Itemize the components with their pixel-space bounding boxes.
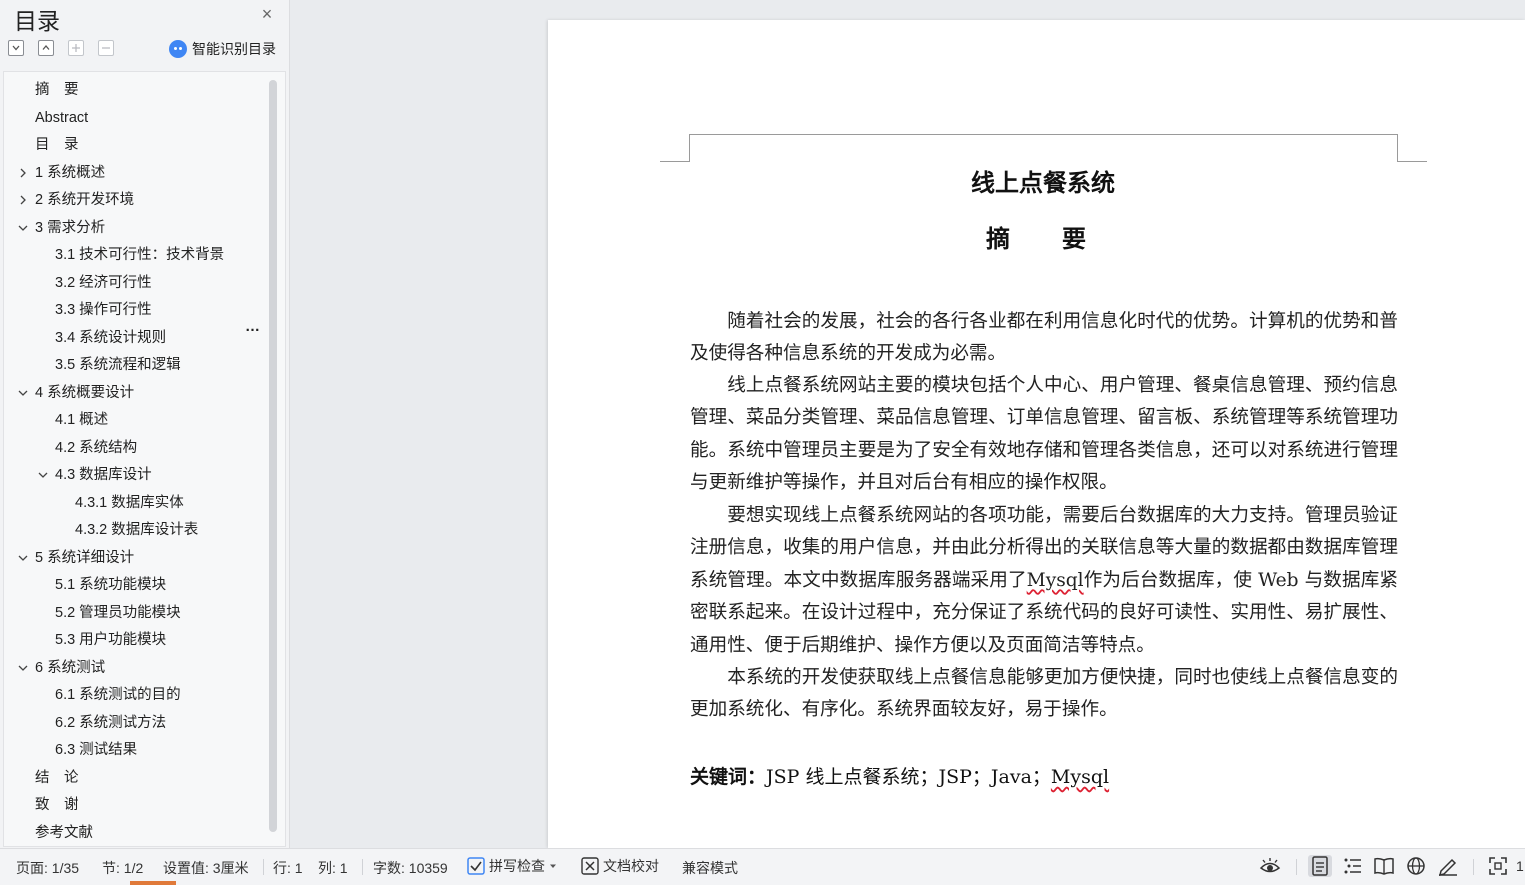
promote-level-icon[interactable] [68, 40, 84, 56]
toc-title: 目录 [14, 8, 60, 34]
toc-item-label: 1 系统概述 [35, 164, 106, 181]
toc-list: 摘 要 Abstract 目 录 1 系统概述 2 系统开发环境 3 需求分析 3.1 技术… [3, 71, 286, 847]
keywords-text: JSP 线上点餐系统；JSP；Java； [766, 766, 1051, 788]
doc-proof-icon [581, 857, 599, 875]
abstract-paragraph-2: 线上点餐系统网站主要的模块包括个人中心、用户管理、餐桌信息管理、预约信息管理、菜… [690, 375, 1398, 494]
spell-error-mysql[interactable]: Mysql [1027, 570, 1084, 591]
toc-item-label: 结 论 [35, 769, 79, 786]
status-divider [362, 859, 363, 875]
status-divider [263, 859, 264, 875]
chevron-down-icon[interactable] [17, 547, 29, 569]
toc-item-label: 4.3.2 数据库设计表 [75, 522, 199, 538]
abstract-heading: 摘 要 [986, 224, 1100, 253]
header-corner-left [689, 134, 690, 161]
toc-item-label: 4 系统概要设计 [35, 384, 135, 401]
active-tab-indicator [130, 881, 176, 885]
toc-item-label: Abstract [35, 109, 89, 126]
demote-level-icon[interactable] [98, 40, 114, 56]
header-line [689, 134, 1398, 135]
more-icon[interactable]: … [245, 318, 261, 335]
toc-item-label: 6 系统测试 [35, 659, 106, 676]
toc-item-label: 5.1 系统功能模块 [55, 577, 167, 593]
toc-sidebar: 目录 × 智能识别目录 摘 要 Abstract 目 录 1 系统概述 2 系统开发环境… [0, 0, 290, 848]
fullscreen-icon[interactable] [1486, 855, 1510, 877]
toc-item-label: 6.2 系统测试方法 [55, 714, 167, 731]
toc-item-label: 3.2 经济可行性 [55, 274, 152, 291]
row-indicator: 行: 1 [273, 860, 303, 876]
status-bar: 页面: 1/35 节: 1/2 设置值: 3厘米 行: 1 列: 1 字数: 1… [0, 848, 1525, 885]
toc-item-label: 4.2 系统结构 [55, 439, 138, 456]
toc-item-label: 致 谢 [35, 797, 79, 813]
page-view-icon[interactable] [1308, 855, 1332, 877]
toc-item-label: 3.3 操作可行性 [55, 302, 152, 318]
abstract-paragraph-3: 要想实现线上点餐系统网站的各项功能，需要后台数据库的大力支持。管理员验证注册信息… [690, 500, 1398, 662]
spell-error-keyword-mysql[interactable]: Mysql [1051, 766, 1109, 788]
word-count[interactable]: 字数: 10359 [373, 858, 448, 878]
ai-assistant-icon [169, 40, 187, 58]
expand-all-icon[interactable] [8, 40, 24, 56]
toc-item-label: 5.2 管理员功能模块 [55, 604, 181, 621]
doc-proof-label: 文档校对 [603, 858, 659, 874]
column-indicator: 列: 1 [318, 860, 348, 876]
keywords-line: 关键词：JSP 线上点餐系统；JSP；Java；Mysql [690, 762, 1109, 789]
toc-item-label: 3.1 技术可行性：技术背景 [55, 247, 225, 263]
eye-protection-icon[interactable] [1258, 855, 1282, 877]
abstract-paragraph-4: 本系统的开发使获取线上点餐信息能够更加方便快捷，同时也使线上点餐信息变的更加系统… [690, 667, 1398, 721]
reading-mode-icon[interactable] [1372, 855, 1396, 877]
chevron-down-icon[interactable] [17, 217, 29, 239]
chevron-down-icon [550, 864, 556, 868]
toc-item-label: 4.3.1 数据库实体 [75, 494, 184, 511]
web-layout-icon[interactable] [1404, 855, 1428, 877]
toc-item-label: 3 需求分析 [35, 219, 106, 236]
chevron-down-icon[interactable] [17, 657, 29, 679]
abstract-paragraph-1: 随着社会的发展，社会的各行各业都在利用信息化时代的优势。计算机的优势和普及使得各… [690, 311, 1398, 365]
spell-check-button[interactable]: 拼写检查 [466, 856, 558, 876]
spell-check-icon [467, 857, 485, 875]
compat-mode-label[interactable]: 兼容模式 [682, 858, 738, 878]
spell-check-label: 拼写检查 [489, 858, 545, 874]
chevron-right-icon[interactable] [17, 162, 29, 184]
doc-proof-button[interactable]: 文档校对 [580, 856, 659, 876]
margin-mark-right [1397, 161, 1427, 162]
chevron-down-icon[interactable] [37, 464, 49, 486]
document-page[interactable]: 线上点餐系统 摘 要 随着社会的发展，社会的各行各业都在利用信息化时代的优势。计… [548, 20, 1525, 848]
toc-item-label: 5.3 用户功能模块 [55, 632, 167, 648]
chevron-down-icon[interactable] [17, 382, 29, 404]
header-corner-right [1397, 134, 1398, 161]
toc-item-label: 摘 要 [35, 82, 79, 98]
outline-view-icon[interactable] [1341, 855, 1365, 877]
page-indicator[interactable]: 页面: 1/35 [16, 858, 79, 878]
toc-item-label: 5 系统详细设计 [35, 549, 135, 566]
toc-item-label: 6.3 测试结果 [55, 742, 138, 758]
close-icon[interactable]: × [258, 5, 276, 23]
toc-item-label: 3.5 系统流程和逻辑 [55, 357, 181, 373]
writing-mode-icon[interactable] [1436, 855, 1460, 877]
chevron-right-icon[interactable] [17, 189, 29, 211]
zoom-value[interactable]: 1 [1516, 858, 1524, 874]
toc-item-label: 目 录 [35, 137, 79, 153]
document-title: 线上点餐系统 [971, 168, 1115, 197]
toc-item-label: 3.4 系统设计规则 [55, 329, 167, 346]
toc-item-label: 4.1 概述 [55, 412, 109, 428]
toc-item-label: 参考文献 [35, 824, 93, 841]
smart-toc-button[interactable]: 智能识别目录 [169, 39, 276, 59]
status-divider [1473, 859, 1474, 875]
section-indicator[interactable]: 节: 1/2 [102, 858, 143, 878]
toc-item-label: 4.3 数据库设计 [55, 467, 152, 483]
status-divider [1296, 859, 1297, 875]
setting-value-indicator[interactable]: 设置值: 3厘米 [163, 858, 249, 878]
toc-item-label: 2 系统开发环境 [35, 192, 135, 208]
margin-mark-left [660, 161, 690, 162]
keywords-label: 关键词： [690, 766, 767, 788]
collapse-all-icon[interactable] [38, 40, 54, 56]
toc-item-label: 6.1 系统测试的目的 [55, 687, 181, 703]
toc-scrollbar[interactable] [269, 80, 277, 832]
smart-toc-label: 智能识别目录 [192, 41, 276, 57]
